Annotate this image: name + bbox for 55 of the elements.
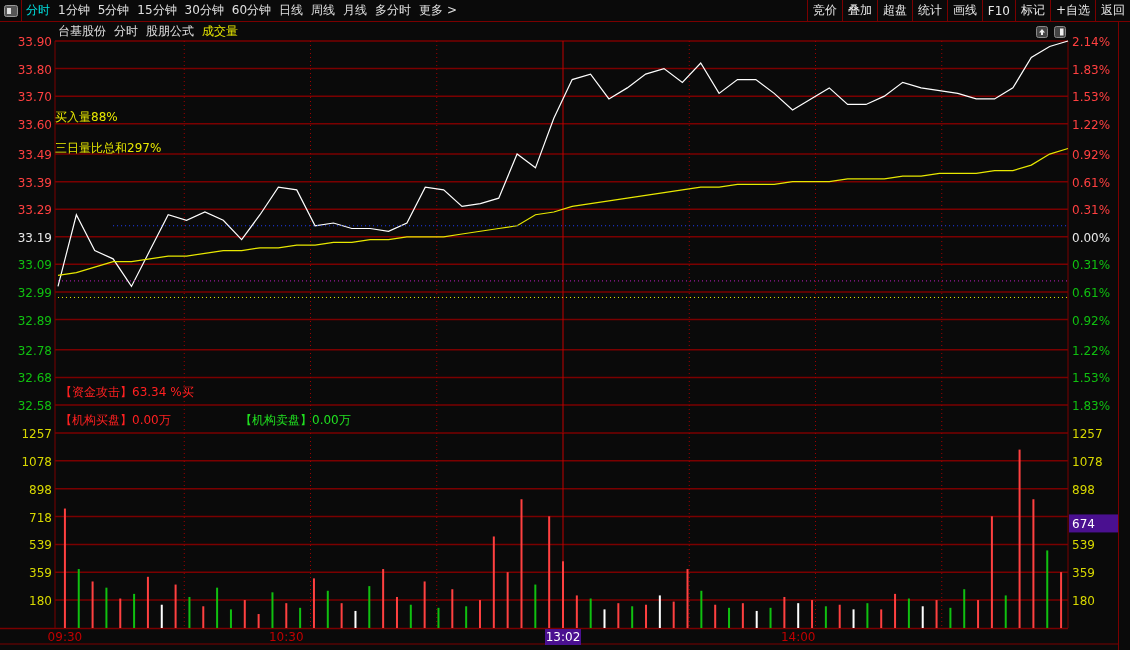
volume-axis-label: 718 (29, 510, 52, 525)
price-axis-label: 33.29 (17, 203, 52, 218)
volume-axis-label: 1078 (21, 454, 52, 469)
price-axis-label: 33.60 (17, 117, 52, 132)
indicator-text: 【资金攻击】63.34 %买 (60, 385, 194, 399)
percent-axis-label: 0.61% (1072, 285, 1111, 300)
price-axis-label: 32.89 (17, 313, 52, 328)
time-axis-label: 09:30 (47, 630, 83, 644)
indicator-text: 【机构买盘】0.00万 (60, 413, 171, 427)
indicator-text: 【机构卖盘】0.00万 (240, 413, 351, 427)
volume-axis-label: 1257 (21, 427, 52, 441)
price-axis-label: 33.09 (17, 258, 52, 273)
indicator-text: 三日量比总和297% (55, 141, 162, 155)
time-axis-label: 14:00 (780, 630, 816, 644)
price-axis-label: 33.70 (17, 90, 52, 105)
price-axis-label: 33.19 (17, 230, 52, 245)
percent-axis-label: 1.22% (1072, 343, 1111, 358)
percent-axis-label: 1.53% (1072, 371, 1111, 386)
stock-name: 台基股份 (58, 23, 106, 40)
percent-axis-label: 0.92% (1072, 148, 1111, 163)
percent-axis-label: 1.83% (1072, 399, 1111, 413)
percent-axis-label: 1.22% (1072, 117, 1111, 132)
volume-axis-label: 539 (29, 538, 52, 553)
volume-axis-label: 539 (1072, 538, 1095, 553)
price-axis-label: 33.39 (17, 175, 52, 190)
price-axis-label: 33.80 (17, 62, 52, 77)
formula-label: 股朋公式 (146, 23, 194, 40)
volume-axis-label: 180 (1072, 594, 1095, 609)
price-axis-label: 32.99 (17, 285, 52, 300)
percent-axis-label: 0.31% (1072, 203, 1111, 218)
percent-axis-label: 1.53% (1072, 90, 1111, 105)
price-axis-label: 33.49 (17, 148, 52, 163)
percent-axis-label: 1.83% (1072, 62, 1111, 77)
percent-axis-label: 2.14% (1072, 35, 1111, 49)
percent-axis-label: 0.92% (1072, 313, 1111, 328)
price-axis-label: 32.58 (17, 399, 52, 413)
percent-axis-label: 0.61% (1072, 175, 1111, 190)
volume-axis-label: 898 (29, 482, 52, 497)
indicator-text: 买入量88% (55, 110, 118, 124)
cursor-time-label: 13:02 (545, 629, 581, 645)
volume-axis-label: 1257 (1072, 427, 1103, 441)
volume-axis-label: 898 (1072, 482, 1095, 497)
volume-axis-label: 180 (29, 594, 52, 609)
percent-axis-label: 0.00% (1072, 230, 1111, 245)
volume-readout: 674 (1069, 514, 1118, 533)
time-axis-label: 10:30 (269, 630, 304, 644)
price-axis-label: 32.78 (17, 343, 52, 358)
percent-axis-label: 0.31% (1072, 258, 1111, 273)
volume-axis-label: 359 (29, 566, 52, 581)
volume-axis-label: 1078 (1072, 454, 1103, 469)
price-axis-label: 33.90 (17, 35, 52, 49)
volume-axis-label: 359 (1072, 566, 1095, 581)
view-label: 分时 (114, 23, 138, 40)
price-axis-label: 32.68 (17, 371, 52, 386)
indicator-label: 成交量 (202, 23, 238, 40)
